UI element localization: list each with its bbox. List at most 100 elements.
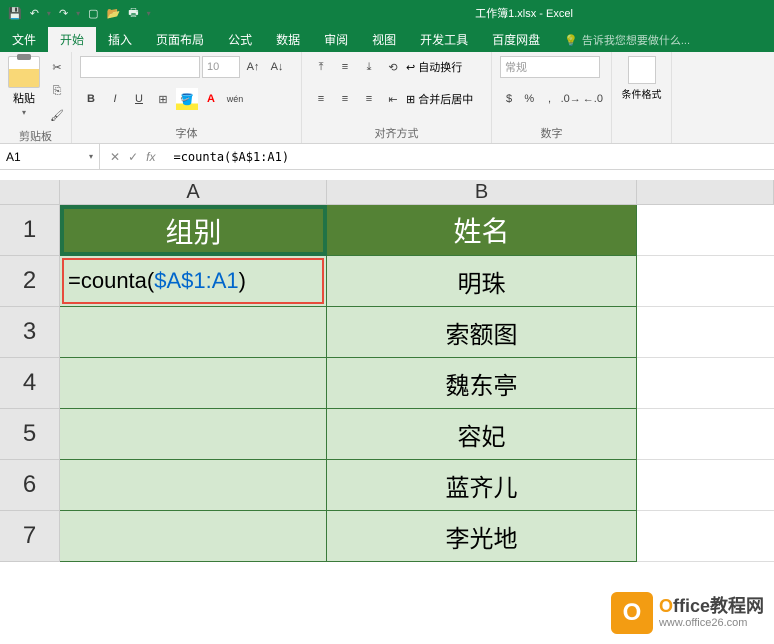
cell-b7[interactable]: 李光地: [327, 511, 637, 562]
row-header[interactable]: 5: [0, 409, 60, 460]
cell-a5[interactable]: [60, 409, 327, 460]
fx-icon[interactable]: fx: [146, 150, 155, 164]
cell-c7[interactable]: [637, 511, 774, 562]
cell-c3[interactable]: [637, 307, 774, 358]
cancel-icon[interactable]: ✕: [110, 150, 120, 164]
number-format-select[interactable]: [500, 56, 600, 78]
cell-c2[interactable]: [637, 256, 774, 307]
save-icon[interactable]: 💾: [8, 7, 22, 20]
cell-a6[interactable]: [60, 460, 327, 511]
tab-data[interactable]: 数据: [264, 27, 312, 52]
alignment-label: 对齐方式: [310, 123, 483, 141]
cell-b5[interactable]: 容妃: [327, 409, 637, 460]
ribbon: 粘贴 ▾ ✂ ⎘ 🖌 剪贴板 A↑ A↓ B I U ⊞ �: [0, 52, 774, 144]
cell-c1[interactable]: [637, 205, 774, 256]
print-preview-icon[interactable]: 🖶: [128, 4, 138, 23]
currency-icon[interactable]: $: [500, 88, 518, 110]
row-header[interactable]: 6: [0, 460, 60, 511]
merge-button[interactable]: ⊞ 合并后居中: [406, 88, 473, 110]
italic-button[interactable]: I: [104, 88, 126, 110]
cell-a3[interactable]: [60, 307, 327, 358]
phonetic-button[interactable]: wén: [224, 88, 246, 110]
name-box-dropdown[interactable]: ▾: [89, 152, 93, 161]
qat-customize[interactable]: ▾: [147, 9, 151, 18]
align-center-icon[interactable]: ≡: [334, 88, 356, 110]
indent-dec-icon[interactable]: ⇤: [382, 88, 404, 110]
cell-b2[interactable]: 明珠: [327, 256, 637, 307]
row-header[interactable]: 2: [0, 256, 60, 307]
tab-file[interactable]: 文件: [0, 27, 48, 52]
paste-button[interactable]: 粘贴 ▾: [8, 56, 40, 117]
col-header-a[interactable]: A: [60, 180, 327, 205]
tab-home[interactable]: 开始: [48, 27, 96, 52]
copy-icon[interactable]: ⎘: [46, 80, 68, 102]
group-font: A↑ A↓ B I U ⊞ 🪣 A wén 字体: [72, 52, 302, 143]
select-all-corner[interactable]: [0, 180, 60, 205]
clipboard-label: 剪贴板: [8, 126, 63, 144]
row-header[interactable]: 1: [0, 205, 60, 256]
tab-review[interactable]: 审阅: [312, 27, 360, 52]
open-icon[interactable]: 📂: [107, 7, 121, 20]
cell-a7[interactable]: [60, 511, 327, 562]
increase-font-icon[interactable]: A↑: [242, 56, 264, 78]
align-bottom-icon[interactable]: ⤓: [358, 56, 380, 78]
decrease-font-icon[interactable]: A↓: [266, 56, 288, 78]
cell-b1[interactable]: 姓名: [327, 205, 637, 256]
cell-c6[interactable]: [637, 460, 774, 511]
percent-icon[interactable]: %: [520, 88, 538, 110]
undo-icon[interactable]: ↶: [30, 7, 39, 20]
format-painter-icon[interactable]: 🖌: [46, 104, 68, 126]
decrease-decimal-icon[interactable]: ←.0: [583, 88, 603, 110]
cond-format-button[interactable]: 条件格式: [622, 56, 662, 101]
fill-color-button[interactable]: 🪣: [176, 88, 198, 110]
border-button[interactable]: ⊞: [152, 88, 174, 110]
row-header[interactable]: 3: [0, 307, 60, 358]
col-header-b[interactable]: B: [327, 180, 637, 205]
align-top-icon[interactable]: ⤒: [310, 56, 332, 78]
cell-a2[interactable]: =counta($A$1:A1): [60, 256, 327, 307]
group-styles: 条件格式: [612, 52, 672, 143]
formula-input[interactable]: =counta($A$1:A1): [165, 150, 774, 164]
redo-icon[interactable]: ↷: [59, 7, 68, 20]
underline-button[interactable]: U: [128, 88, 150, 110]
name-box[interactable]: A1 ▾: [0, 144, 100, 169]
quick-access-toolbar: 💾 ↶ ▾ ↷ ▾ ▢ 📂 🖶 ▾: [0, 4, 159, 23]
tab-formulas[interactable]: 公式: [216, 27, 264, 52]
col-header-c[interactable]: [637, 180, 774, 205]
redo-dropdown[interactable]: ▾: [76, 9, 80, 18]
tab-layout[interactable]: 页面布局: [144, 27, 216, 52]
bold-button[interactable]: B: [80, 88, 102, 110]
align-left-icon[interactable]: ≡: [310, 88, 332, 110]
tab-insert[interactable]: 插入: [96, 27, 144, 52]
new-icon[interactable]: ▢: [88, 7, 98, 20]
font-color-button[interactable]: A: [200, 88, 222, 110]
undo-dropdown[interactable]: ▾: [47, 9, 51, 18]
number-label: 数字: [500, 123, 603, 141]
align-middle-icon[interactable]: ≡: [334, 56, 356, 78]
increase-decimal-icon[interactable]: .0→: [561, 88, 581, 110]
row-header[interactable]: 7: [0, 511, 60, 562]
tab-developer[interactable]: 开发工具: [408, 27, 480, 52]
orientation-icon[interactable]: ⟲: [382, 56, 404, 78]
cell-a1[interactable]: 组别: [60, 205, 327, 256]
cell-b3[interactable]: 索额图: [327, 307, 637, 358]
cell-a4[interactable]: [60, 358, 327, 409]
font-name-select[interactable]: [80, 56, 200, 78]
font-size-select[interactable]: [202, 56, 240, 78]
tab-baidu[interactable]: 百度网盘: [480, 27, 552, 52]
wrap-text-button[interactable]: ↩ 自动换行: [406, 56, 462, 78]
watermark-url: www.office26.com: [659, 617, 764, 629]
cell-b4[interactable]: 魏东亭: [327, 358, 637, 409]
merge-icon: ⊞: [406, 93, 415, 106]
tab-view[interactable]: 视图: [360, 27, 408, 52]
tell-me[interactable]: 💡 告诉我您想要做什么...: [552, 28, 702, 52]
cell-c4[interactable]: [637, 358, 774, 409]
cell-c5[interactable]: [637, 409, 774, 460]
row-header[interactable]: 4: [0, 358, 60, 409]
align-right-icon[interactable]: ≡: [358, 88, 380, 110]
enter-icon[interactable]: ✓: [128, 150, 138, 164]
cut-icon[interactable]: ✂: [46, 56, 68, 78]
paste-dropdown[interactable]: ▾: [22, 108, 26, 117]
cell-b6[interactable]: 蓝齐儿: [327, 460, 637, 511]
comma-icon[interactable]: ,: [540, 88, 558, 110]
